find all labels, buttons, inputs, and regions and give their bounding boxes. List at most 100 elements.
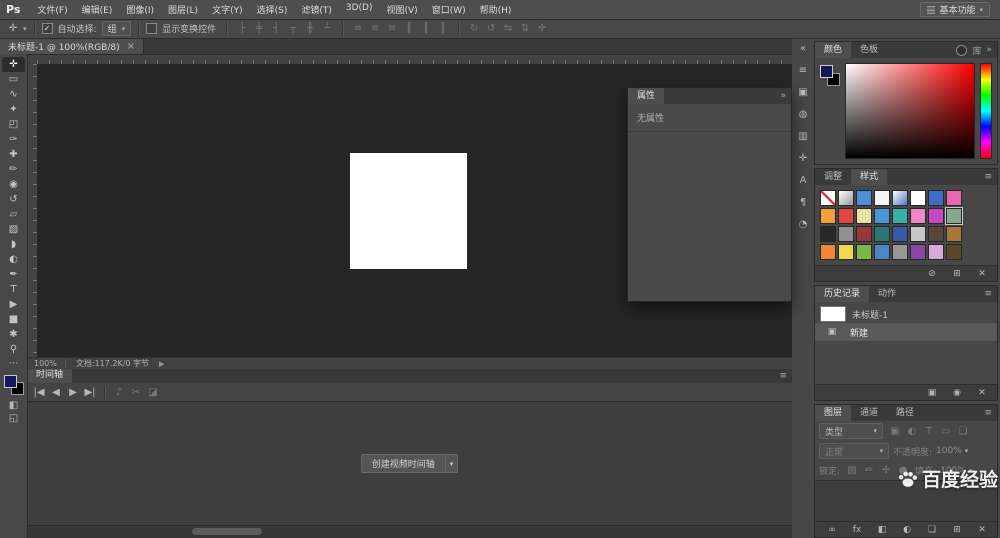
pen-tool[interactable]: ✒ xyxy=(2,267,25,282)
new-style-icon[interactable]: ⊞ xyxy=(949,266,965,281)
history-panel-tab-0[interactable]: 历史记录 xyxy=(815,286,869,302)
style-swatch[interactable] xyxy=(946,244,962,260)
mute-audio-button[interactable]: ♪ xyxy=(111,385,127,400)
layers-panel-tab-1[interactable]: 通道 xyxy=(851,405,887,421)
filter-pixel-icon[interactable]: ▣ xyxy=(887,424,903,439)
eraser-tool[interactable]: ▱ xyxy=(2,207,25,222)
opacity-field[interactable]: 100% ▾ xyxy=(936,446,968,456)
style-swatch[interactable] xyxy=(928,190,944,206)
style-swatch[interactable] xyxy=(856,208,872,224)
style-swatch[interactable] xyxy=(838,208,854,224)
style-swatch[interactable] xyxy=(928,208,944,224)
collapse-panel-icon[interactable]: » xyxy=(986,45,992,55)
layer-mask-icon[interactable]: ◧ xyxy=(874,522,890,537)
tool-preset-icon[interactable]: ✛ xyxy=(5,21,21,36)
clear-style-icon[interactable]: ⊘ xyxy=(924,266,940,281)
type-tool[interactable]: T xyxy=(2,282,25,297)
delete-state-icon[interactable]: ✕ xyxy=(974,385,990,400)
menu-item-5[interactable]: 选择(S) xyxy=(250,2,295,17)
style-swatch[interactable] xyxy=(874,208,890,224)
lock-transparent-pixels-icon[interactable]: ▨ xyxy=(844,463,860,478)
screen-mode-button[interactable]: ◱ xyxy=(2,412,25,425)
layer-filter-dropdown[interactable]: 类型 ▾ xyxy=(819,423,883,439)
timeline-scrollbar[interactable] xyxy=(27,525,792,538)
history-state-row[interactable]: ▣ 新建 xyxy=(815,323,997,341)
snapshot-thumbnail[interactable] xyxy=(820,306,846,322)
align-top-icon[interactable]: ┬ xyxy=(285,21,301,36)
color-panel-tab-0[interactable]: 颜色 xyxy=(815,42,851,58)
auto-select-dropdown[interactable]: 组 ▾ xyxy=(102,21,132,36)
foreground-background-swatch[interactable] xyxy=(4,375,24,395)
panel-menu-icon[interactable]: ≡ xyxy=(779,371,787,381)
shape-tool[interactable]: ■ xyxy=(2,312,25,327)
style-swatch[interactable] xyxy=(838,226,854,242)
filter-type-icon[interactable]: T xyxy=(921,424,937,439)
crop-tool[interactable]: ◰ xyxy=(2,117,25,132)
style-swatch[interactable] xyxy=(874,190,890,206)
style-swatch[interactable] xyxy=(820,208,836,224)
tab-timeline[interactable]: 时间轴 xyxy=(27,368,72,383)
distribute-top-icon[interactable]: ≡ xyxy=(350,21,366,36)
distribute-right-icon[interactable]: ║ xyxy=(435,21,451,36)
blur-tool[interactable]: ◗ xyxy=(2,237,25,252)
navigator-panel-icon[interactable]: ✛ xyxy=(794,151,812,166)
filter-shape-icon[interactable]: ▭ xyxy=(938,424,954,439)
adjustment-layer-icon[interactable]: ◐ xyxy=(899,522,915,537)
quick-selection-tool[interactable]: ✦ xyxy=(2,102,25,117)
style-swatch[interactable] xyxy=(910,226,926,242)
style-swatch[interactable] xyxy=(856,190,872,206)
style-swatch[interactable] xyxy=(856,226,872,242)
panel-menu-icon[interactable]: ≡ xyxy=(984,408,992,418)
new-layer-icon[interactable]: ⊞ xyxy=(949,522,965,537)
transition-button[interactable]: ◪ xyxy=(145,385,161,400)
tool-preset-caret-icon[interactable]: ▾ xyxy=(23,25,27,33)
style-swatch[interactable] xyxy=(892,226,908,242)
brush-settings-panel-icon[interactable]: ≡ xyxy=(794,63,812,78)
menu-item-10[interactable]: 帮助(H) xyxy=(473,2,519,17)
document-tab[interactable]: 未标题-1 @ 100%(RGB/8) × xyxy=(0,38,144,54)
zoom-level-field[interactable]: 100% xyxy=(34,359,66,368)
menu-item-8[interactable]: 视图(V) xyxy=(380,2,425,17)
3d-slide-icon[interactable]: ⇅ xyxy=(517,21,533,36)
path-selection-tool[interactable]: ▶ xyxy=(2,297,25,312)
clone-source-panel-icon[interactable]: ▣ xyxy=(794,85,812,100)
style-swatch[interactable] xyxy=(910,244,926,260)
status-arrow-icon[interactable]: ▶ xyxy=(159,360,164,368)
menu-item-7[interactable]: 3D(D) xyxy=(339,2,380,17)
style-swatch[interactable] xyxy=(820,190,836,206)
brush-tool[interactable]: ✏ xyxy=(2,162,25,177)
history-panel-tab-1[interactable]: 动作 xyxy=(869,286,905,302)
history-brush-tool[interactable]: ↺ xyxy=(2,192,25,207)
paragraph-panel-icon[interactable]: ¶ xyxy=(794,195,812,210)
panel-menu-icon[interactable]: ≡ xyxy=(984,172,992,182)
style-swatch[interactable] xyxy=(928,226,944,242)
lock-image-pixels-icon[interactable]: ✏ xyxy=(861,463,877,478)
style-swatch[interactable] xyxy=(946,190,962,206)
new-snapshot-icon[interactable]: ◉ xyxy=(949,385,965,400)
menu-item-2[interactable]: 图像(I) xyxy=(119,2,161,17)
style-swatch[interactable] xyxy=(892,190,908,206)
libraries-label[interactable]: 库 xyxy=(972,44,981,57)
3d-pan-icon[interactable]: ⇆ xyxy=(500,21,516,36)
style-swatch[interactable] xyxy=(874,244,890,260)
3d-scale-icon[interactable]: ✛ xyxy=(534,21,550,36)
collapse-panel-icon[interactable]: » xyxy=(780,91,786,101)
foreground-color-swatch[interactable] xyxy=(4,375,17,388)
lasso-tool[interactable]: ∿ xyxy=(2,87,25,102)
style-swatch[interactable] xyxy=(820,244,836,260)
expand-panels-icon[interactable]: « xyxy=(794,41,812,56)
style-swatch[interactable] xyxy=(892,244,908,260)
marquee-tool[interactable]: ▭ xyxy=(2,72,25,87)
new-group-icon[interactable]: ❏ xyxy=(924,522,940,537)
split-at-playhead-button[interactable]: ✂ xyxy=(128,385,144,400)
align-left-icon[interactable]: ├ xyxy=(234,21,250,36)
libraries-icon[interactable] xyxy=(956,45,967,56)
hue-slider[interactable] xyxy=(980,63,992,159)
menu-item-6[interactable]: 滤镜(T) xyxy=(294,2,339,17)
histogram-panel-icon[interactable]: ▥ xyxy=(794,129,812,144)
close-icon[interactable]: × xyxy=(127,41,135,52)
tab-properties[interactable]: 属性 xyxy=(628,88,664,104)
link-layers-icon[interactable]: ∞ xyxy=(824,522,840,537)
create-timeline-caret-icon[interactable]: ▾ xyxy=(446,454,459,473)
eyedropper-tool[interactable]: ✑ xyxy=(2,132,25,147)
